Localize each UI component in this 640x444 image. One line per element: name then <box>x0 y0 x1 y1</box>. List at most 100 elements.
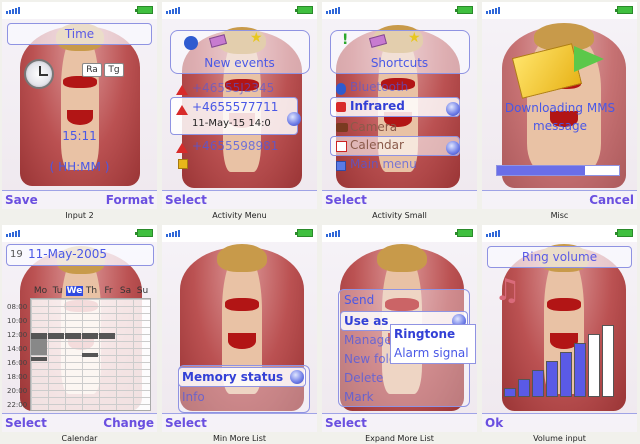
list-item-manage[interactable]: Manage <box>344 333 392 347</box>
caption-volume-input: Volume input <box>533 434 586 443</box>
star-icon: ★ <box>250 30 263 46</box>
infrared-icon <box>336 102 346 112</box>
hour-label: 16:00 <box>7 359 28 367</box>
volume-level-bars[interactable] <box>504 325 614 397</box>
list-item-delete[interactable]: Delete <box>344 371 383 385</box>
badge-ra[interactable]: Ra <box>82 63 102 77</box>
weekday-label[interactable]: Sa <box>117 286 134 296</box>
list-item-mark[interactable]: Mark <box>344 390 374 404</box>
list-item-send[interactable]: Send <box>344 293 374 307</box>
calendar-icon <box>336 141 347 152</box>
bluetooth-icon <box>336 83 346 95</box>
info-item[interactable]: Info <box>182 390 205 404</box>
weekday-label[interactable]: Th <box>83 286 100 296</box>
music-notes-icon: ♫ <box>494 273 521 308</box>
weekday-label[interactable]: Mo <box>32 286 49 296</box>
appointment-block[interactable] <box>31 339 47 355</box>
volume-bar <box>546 361 558 397</box>
select-softkey[interactable]: Select <box>5 416 47 430</box>
caption-input2: Input 2 <box>65 211 94 220</box>
time-value[interactable]: 15:11 <box>2 129 157 143</box>
panel-min-more-list: Memory status Info Select <box>162 225 317 432</box>
ok-softkey[interactable]: Ok <box>485 416 503 430</box>
badge-tg[interactable]: Tg <box>104 63 124 77</box>
signal-icon <box>166 7 180 14</box>
panel-input2: Time Ra Tg 15:11 ( HH:MM ) Save Format <box>2 2 157 209</box>
volume-bar <box>560 352 572 397</box>
caption-calendar: Calendar <box>61 434 98 443</box>
caption-activity-menu: Activity Menu <box>212 211 267 220</box>
change-softkey[interactable]: Change <box>103 416 154 430</box>
event-row[interactable]: +46555J2345 <box>192 81 274 95</box>
status-bar <box>162 2 317 19</box>
camera-icon <box>336 123 348 132</box>
event-row[interactable]: +4655598981 <box>192 139 278 153</box>
main-menu-icon <box>336 161 346 171</box>
select-orb-icon <box>287 112 301 126</box>
signal-icon <box>486 7 500 14</box>
clock-icon <box>24 59 54 89</box>
submenu-ringtone[interactable]: Ringtone <box>394 327 455 341</box>
shortcut-bluetooth[interactable]: Bluetooth <box>350 80 408 94</box>
contacts-icon <box>184 36 198 50</box>
shortcut-main-menu[interactable]: Main menu <box>350 157 417 171</box>
appointment-block[interactable] <box>99 333 115 339</box>
save-softkey[interactable]: Save <box>5 193 38 207</box>
signal-icon <box>326 230 340 237</box>
select-softkey[interactable]: Select <box>165 193 207 207</box>
battery-icon <box>455 6 473 14</box>
select-orb-icon <box>446 102 460 116</box>
hour-label: 22:00 <box>7 401 28 409</box>
volume-bar <box>532 370 544 397</box>
panel-misc: Downloading MMS message Cancel <box>482 2 637 209</box>
volume-bar <box>574 343 586 397</box>
star-icon: ★ <box>408 30 421 46</box>
calendar-date: 11-May-2005 <box>28 247 108 261</box>
appointment-block[interactable] <box>48 333 64 339</box>
appointment-block[interactable] <box>31 357 47 361</box>
weekday-selected[interactable]: We <box>66 286 83 296</box>
select-softkey[interactable]: Select <box>325 193 367 207</box>
hour-label: 12:00 <box>7 331 28 339</box>
panel-activity-menu: ★ New events +46555J2345 +4655577711 11-… <box>162 2 317 209</box>
panel-expand-more-list: Send Use as Manage New fold Delete Mark … <box>322 225 477 432</box>
select-orb-icon <box>446 141 460 155</box>
hour-label: 10:00 <box>7 317 28 325</box>
status-bar <box>322 225 477 242</box>
shortcut-calendar[interactable]: Calendar <box>350 138 404 152</box>
event-row[interactable]: +4655577711 <box>192 100 278 114</box>
caption-misc: Misc <box>550 211 569 220</box>
battery-icon <box>615 229 633 237</box>
appointment-block[interactable] <box>65 333 81 339</box>
submenu-alarm-signal[interactable]: Alarm signal <box>394 346 469 360</box>
signal-icon <box>166 230 180 237</box>
list-item-use-as[interactable]: Use as <box>344 314 388 328</box>
select-orb-icon <box>290 370 304 384</box>
shortcut-infrared[interactable]: Infrared <box>350 99 405 113</box>
screen-title: Ring volume <box>487 246 632 268</box>
select-softkey[interactable]: Select <box>165 416 207 430</box>
events-header: New events <box>204 56 275 70</box>
weekday-label[interactable]: Fr <box>100 286 117 296</box>
shortcut-camera[interactable]: Camera <box>350 120 397 134</box>
appointment-block[interactable] <box>82 333 98 339</box>
status-bar <box>2 2 157 19</box>
note-icon <box>178 159 188 169</box>
list-item-new-folder[interactable]: New fold <box>344 352 397 366</box>
download-progress-bar <box>496 165 620 176</box>
volume-bar <box>504 388 516 397</box>
hour-labels: 08:00 10:00 12:00 14:00 16:00 18:00 20:0… <box>7 300 27 412</box>
weekday-row: Mo Tu We Th Fr Sa Su <box>32 286 152 296</box>
cancel-softkey[interactable]: Cancel <box>589 193 634 207</box>
status-bar <box>322 2 477 19</box>
weekday-label[interactable]: Su <box>134 286 151 296</box>
battery-icon <box>295 229 313 237</box>
appointment-block[interactable] <box>82 353 98 357</box>
caption-expand-more-list: Expand More List <box>365 434 434 443</box>
memory-status-item[interactable]: Memory status <box>182 370 283 384</box>
signal-icon <box>6 230 20 237</box>
softkey-bar: Select <box>162 190 317 209</box>
weekday-label[interactable]: Tu <box>49 286 66 296</box>
format-softkey[interactable]: Format <box>106 193 154 207</box>
select-softkey[interactable]: Select <box>325 416 367 430</box>
